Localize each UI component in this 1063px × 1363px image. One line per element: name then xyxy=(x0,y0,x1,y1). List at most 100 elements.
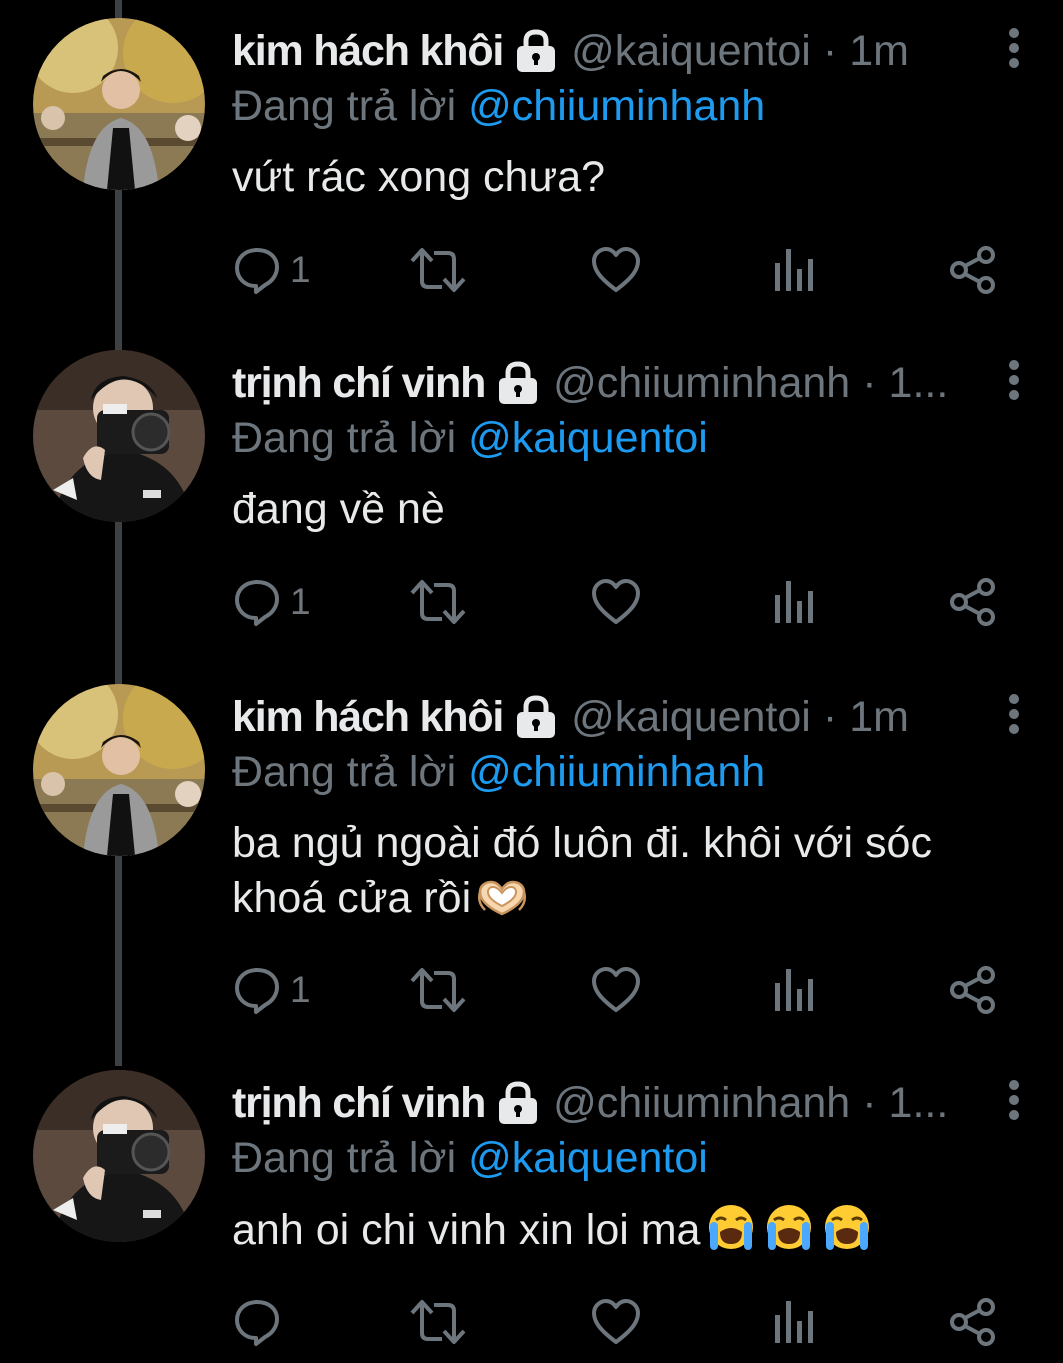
reply-button[interactable]: 1 xyxy=(232,575,311,629)
share-button[interactable] xyxy=(948,963,998,1017)
reply-to-handle[interactable]: @kaiquentoi xyxy=(468,414,708,462)
tweet-text: anh oi chi vinh xin loi ma xyxy=(232,1202,1012,1266)
tweet[interactable]: trịnh chí vinh @chiiuminhanh · 1... Đang… xyxy=(0,332,1063,664)
display-name[interactable]: trịnh chí vinh xyxy=(232,1074,486,1132)
separator: · xyxy=(822,693,838,741)
tweet-header: kim hách khôi @kaiquentoi · 1m xyxy=(232,22,973,80)
retweet-button[interactable] xyxy=(408,575,468,629)
analytics-icon xyxy=(775,969,813,1011)
tweet-text: ba ngủ ngoài đó luôn đi. khôi với sóc kh… xyxy=(232,816,1012,934)
tweet-text-content: đang về nè xyxy=(232,485,445,533)
tweet-text-content: anh oi chi vinh xin loi ma xyxy=(232,1206,701,1254)
avatar[interactable] xyxy=(33,18,205,190)
reply-prefix: Đang trả lời xyxy=(232,1134,457,1182)
lock-icon xyxy=(513,695,559,739)
heart-icon xyxy=(592,967,640,1012)
replying-to: Đang trả lời @kaiquentoi xyxy=(232,412,708,464)
analytics-icon xyxy=(775,581,813,623)
avatar[interactable] xyxy=(33,684,205,856)
share-button[interactable] xyxy=(948,575,998,629)
lock-icon xyxy=(495,1081,541,1125)
views-button[interactable] xyxy=(772,575,816,629)
tweet-text: vứt rác xong chưa? xyxy=(232,150,1012,205)
tweet[interactable]: kim hách khôi @kaiquentoi · 1m Đang trả … xyxy=(0,0,1063,330)
display-name[interactable]: kim hách khôi xyxy=(232,688,504,746)
tweet-text: đang về nè xyxy=(232,482,1012,537)
handle[interactable]: @chiiuminhanh xyxy=(553,354,850,412)
more-vertical-icon[interactable] xyxy=(1007,358,1021,402)
heart-hands-emoji xyxy=(475,878,529,934)
action-bar: 1 xyxy=(232,575,1012,629)
avatar[interactable] xyxy=(33,1070,205,1242)
reply-count: 1 xyxy=(290,249,311,290)
handle[interactable]: @kaiquentoi xyxy=(571,22,811,80)
timestamp[interactable]: 1m xyxy=(849,22,909,80)
reply-to-handle[interactable]: @kaiquentoi xyxy=(468,1134,708,1182)
reply-button[interactable]: 1 xyxy=(232,963,311,1017)
reply-button[interactable]: 1 xyxy=(232,243,311,297)
lock-icon xyxy=(495,361,541,405)
retweet-icon xyxy=(410,580,466,624)
reply-icon xyxy=(235,1300,279,1346)
replying-to: Đang trả lời @chiiuminhanh xyxy=(232,80,765,132)
tweet-header: trịnh chí vinh @chiiuminhanh · 1... xyxy=(232,1074,973,1132)
like-button[interactable] xyxy=(590,1295,642,1349)
share-icon xyxy=(950,1298,995,1346)
separator: · xyxy=(862,359,877,407)
handle[interactable]: @chiiuminhanh xyxy=(553,1074,850,1132)
share-button[interactable] xyxy=(948,243,998,297)
handle[interactable]: @kaiquentoi xyxy=(571,688,811,746)
reply-prefix: Đang trả lời xyxy=(232,414,457,462)
more-vertical-icon[interactable] xyxy=(1007,26,1021,70)
timestamp[interactable]: 1... xyxy=(889,354,949,412)
action-bar: 1 xyxy=(232,243,1012,297)
reply-count: 1 xyxy=(290,581,311,622)
analytics-icon xyxy=(775,249,813,291)
views-button[interactable] xyxy=(772,1295,816,1349)
more-vertical-icon[interactable] xyxy=(1007,1078,1021,1122)
reply-to-handle[interactable]: @chiiuminhanh xyxy=(468,82,765,130)
tweet[interactable]: trịnh chí vinh @chiiuminhanh · 1... Đang… xyxy=(0,1052,1063,1363)
timestamp[interactable]: 1m xyxy=(849,688,909,746)
retweet-icon xyxy=(410,968,466,1012)
tweet-header: trịnh chí vinh @chiiuminhanh · 1... xyxy=(232,354,973,412)
like-button[interactable] xyxy=(590,575,642,629)
more-vertical-icon[interactable] xyxy=(1007,692,1021,736)
action-bar xyxy=(232,1295,1012,1349)
share-icon xyxy=(950,578,995,626)
loudly-crying-face-emoji xyxy=(704,1202,758,1266)
loudly-crying-face-emoji xyxy=(820,1202,874,1266)
reply-button[interactable] xyxy=(232,1295,290,1349)
reply-icon xyxy=(235,248,279,294)
display-name[interactable]: kim hách khôi xyxy=(232,22,504,80)
avatar[interactable] xyxy=(33,350,205,522)
share-icon xyxy=(950,246,995,294)
loudly-crying-face-emoji xyxy=(762,1202,816,1266)
retweet-icon xyxy=(410,248,466,292)
reply-prefix: Đang trả lời xyxy=(232,748,457,796)
separator: · xyxy=(822,27,838,75)
timestamp[interactable]: 1... xyxy=(889,1074,949,1132)
reply-to-handle[interactable]: @chiiuminhanh xyxy=(468,748,765,796)
tweet-header: kim hách khôi @kaiquentoi · 1m xyxy=(232,688,973,746)
share-icon xyxy=(950,966,995,1014)
views-button[interactable] xyxy=(772,963,816,1017)
replying-to: Đang trả lời @chiiuminhanh xyxy=(232,746,765,798)
views-button[interactable] xyxy=(772,243,816,297)
action-bar: 1 xyxy=(232,963,1012,1017)
tweet[interactable]: kim hách khôi @kaiquentoi · 1m Đang trả … xyxy=(0,666,1063,1056)
display-name[interactable]: trịnh chí vinh xyxy=(232,354,486,412)
retweet-button[interactable] xyxy=(408,243,468,297)
heart-icon xyxy=(592,247,640,292)
like-button[interactable] xyxy=(590,243,642,297)
separator: · xyxy=(862,1079,877,1127)
retweet-icon xyxy=(410,1300,466,1344)
retweet-button[interactable] xyxy=(408,1295,468,1349)
heart-icon xyxy=(592,1299,640,1344)
lock-icon xyxy=(513,29,559,73)
like-button[interactable] xyxy=(590,963,642,1017)
reply-prefix: Đang trả lời xyxy=(232,82,457,130)
tweet-text-content: vứt rác xong chưa? xyxy=(232,153,606,201)
share-button[interactable] xyxy=(948,1295,998,1349)
retweet-button[interactable] xyxy=(408,963,468,1017)
